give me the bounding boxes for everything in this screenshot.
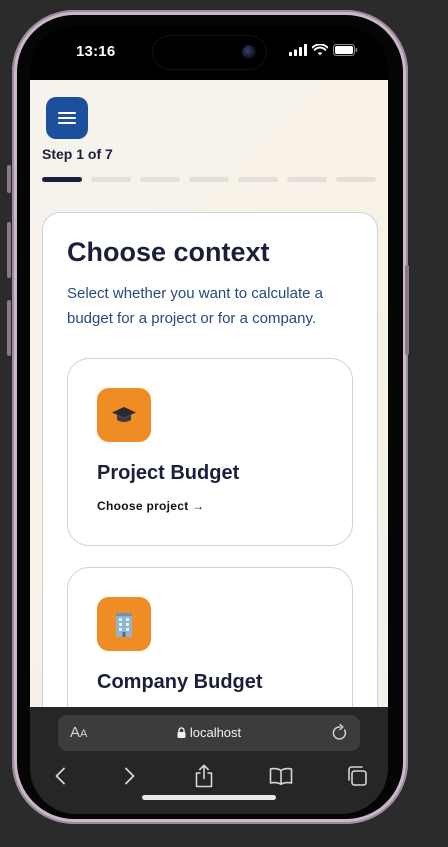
share-icon bbox=[195, 764, 213, 788]
choose-project-link[interactable]: Choose project → bbox=[97, 499, 204, 513]
hamburger-menu-icon bbox=[58, 112, 76, 124]
tabs-button[interactable] bbox=[342, 761, 372, 791]
chevron-right-icon bbox=[125, 767, 135, 785]
status-icons bbox=[289, 44, 358, 56]
power-button bbox=[405, 265, 409, 355]
battery-icon bbox=[333, 44, 358, 56]
progress-segment bbox=[238, 177, 278, 182]
url-text: localhost bbox=[189, 725, 242, 740]
screen: 13:16 Step 1 of 7 Choose context Select … bbox=[30, 26, 388, 814]
forward-button[interactable] bbox=[115, 761, 145, 791]
menu-button[interactable] bbox=[46, 97, 88, 139]
reload-icon[interactable] bbox=[332, 724, 348, 741]
home-indicator bbox=[142, 795, 276, 800]
tabs-icon bbox=[348, 766, 367, 786]
action-button bbox=[7, 165, 11, 193]
volume-down-button bbox=[7, 300, 11, 356]
progress-segment bbox=[140, 177, 180, 182]
office-building-icon bbox=[97, 597, 151, 651]
dynamic-island bbox=[153, 36, 266, 69]
back-button[interactable] bbox=[45, 761, 75, 791]
context-card: Choose context Select whether you want t… bbox=[42, 212, 378, 707]
progress-segment bbox=[189, 177, 229, 182]
step-progress bbox=[42, 177, 376, 182]
project-budget-option[interactable]: Project Budget Choose project → bbox=[67, 358, 353, 546]
step-indicator-label: Step 1 of 7 bbox=[42, 146, 113, 162]
bookmarks-button[interactable] bbox=[266, 761, 296, 791]
status-time: 13:16 bbox=[76, 43, 116, 60]
volume-up-button bbox=[7, 222, 11, 278]
safari-toolbar bbox=[30, 761, 388, 791]
web-content: Step 1 of 7 Choose context Select whethe… bbox=[30, 80, 388, 707]
project-budget-title: Project Budget bbox=[97, 462, 240, 484]
book-icon bbox=[269, 767, 293, 785]
page-subtitle: Select whether you want to calculate a b… bbox=[67, 285, 323, 327]
share-button[interactable] bbox=[189, 761, 219, 791]
company-budget-option[interactable]: Company Budget bbox=[67, 567, 353, 707]
graduation-cap-icon bbox=[97, 388, 151, 442]
camera-icon bbox=[242, 45, 256, 59]
safari-bottom-bar: AA localhost bbox=[30, 707, 388, 814]
progress-segment bbox=[336, 177, 376, 182]
chevron-left-icon bbox=[55, 767, 65, 785]
page-title: Choose context bbox=[67, 237, 270, 267]
company-budget-title: Company Budget bbox=[97, 671, 263, 693]
cellular-signal-icon bbox=[289, 44, 307, 56]
progress-segment bbox=[287, 177, 327, 182]
address-bar[interactable]: AA localhost bbox=[58, 715, 360, 751]
lock-icon bbox=[177, 727, 186, 738]
progress-segment bbox=[91, 177, 131, 182]
wifi-icon bbox=[312, 44, 328, 56]
progress-segment bbox=[42, 177, 82, 182]
url-display: localhost bbox=[58, 725, 360, 740]
status-bar: 13:16 bbox=[30, 26, 388, 80]
